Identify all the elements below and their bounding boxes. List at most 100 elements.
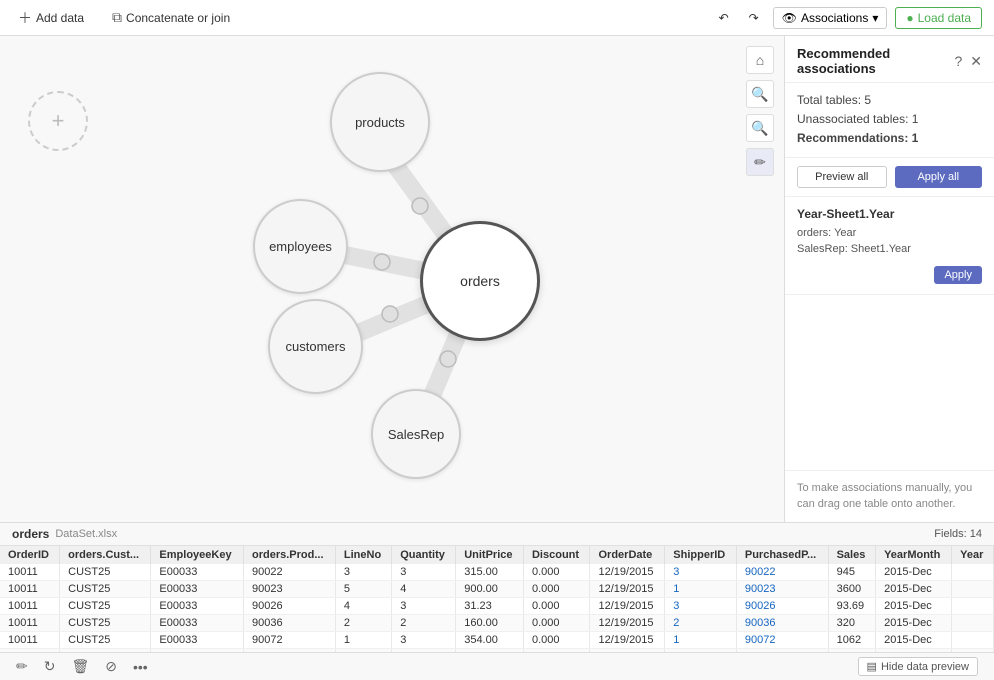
- table-cell: [952, 598, 994, 615]
- node-products[interactable]: products: [330, 72, 430, 172]
- help-icon[interactable]: ?: [954, 53, 962, 69]
- column-header: LineNo: [335, 546, 391, 564]
- main-area: + products employees orders customers Sa…: [0, 36, 994, 522]
- table-cell: 3: [392, 598, 456, 615]
- close-panel-icon[interactable]: ✕: [970, 53, 982, 70]
- table-cell: 0.000: [523, 615, 590, 632]
- table-cell: 160.00: [456, 615, 524, 632]
- table-cell: 3: [392, 564, 456, 581]
- load-data-button[interactable]: ● Load data: [895, 7, 982, 29]
- node-customers[interactable]: customers: [268, 299, 363, 394]
- redo-button[interactable]: ↷: [743, 7, 765, 29]
- toolbar: ＋ Add data ⧉ Concatenate or join ↶ ↷ 👁 A…: [0, 0, 994, 36]
- table-cell: 1/17/2016: [590, 649, 665, 653]
- table-cell: 900.00: [456, 581, 524, 598]
- total-tables-stat: Total tables: 5: [797, 91, 982, 110]
- table-cell: 12/19/2015: [590, 564, 665, 581]
- fields-count-label: Fields: 14: [934, 528, 982, 540]
- column-header: orders.Prod...: [243, 546, 335, 564]
- column-header: EmployeeKey: [151, 546, 244, 564]
- table-cell: CUST25: [60, 598, 151, 615]
- table-cell: 2: [392, 649, 456, 653]
- apply-recommendation-button[interactable]: Apply: [934, 266, 982, 284]
- undo-button[interactable]: ↶: [713, 7, 735, 29]
- node-employees[interactable]: employees: [253, 199, 348, 294]
- table-cell[interactable]: 3: [665, 598, 737, 615]
- canvas-icon-bar: ⌂ 🔍 🔍 ✏: [746, 46, 774, 176]
- home-icon-btn[interactable]: ⌂: [746, 46, 774, 74]
- table-cell[interactable]: 1: [665, 632, 737, 649]
- table-cell: 90072: [243, 632, 335, 649]
- side-panel: Recommended associations ? ✕ Total table…: [784, 36, 994, 522]
- add-data-button[interactable]: ＋ Add data: [12, 4, 90, 32]
- filter-icon[interactable]: ⊘: [105, 658, 117, 675]
- table-cell: 320: [828, 615, 875, 632]
- table-cell[interactable]: 1: [665, 581, 737, 598]
- table-cell: 3: [335, 649, 391, 653]
- table-cell: 2016-Jan: [876, 649, 952, 653]
- table-cell[interactable]: 90005: [736, 649, 828, 653]
- table-cell: E00033: [151, 615, 244, 632]
- table-container[interactable]: OrderIDorders.Cust...EmployeeKeyorders.P…: [0, 546, 994, 652]
- table-cell: CUST25: [60, 615, 151, 632]
- table-cell[interactable]: 2: [665, 615, 737, 632]
- column-header: orders.Cust...: [60, 546, 151, 564]
- table-cell: 945: [828, 564, 875, 581]
- table-cell: 4: [392, 581, 456, 598]
- data-table: OrderIDorders.Cust...EmployeeKeyorders.P…: [0, 546, 994, 652]
- table-cell[interactable]: 90072: [736, 632, 828, 649]
- table-cell[interactable]: 90023: [736, 581, 828, 598]
- zoom-out-icon-btn[interactable]: 🔍: [746, 114, 774, 142]
- table-cell: 10011: [0, 564, 60, 581]
- panel-footer: To make associations manually, you can d…: [785, 470, 994, 522]
- table-cell[interactable]: 90026: [736, 598, 828, 615]
- table-cell: E00012: [151, 649, 244, 653]
- panel-header-icons: ? ✕: [954, 53, 982, 70]
- canvas[interactable]: + products employees orders customers Sa…: [0, 36, 784, 522]
- table-body: 10011CUST25E000339002233315.000.00012/19…: [0, 564, 994, 652]
- edit-icon[interactable]: ✏: [16, 658, 28, 675]
- panel-title: Recommended associations: [797, 46, 954, 76]
- bottom-toolbar: ✏ ↻ 🗑 ⊘ ••• ▤ Hide data preview: [0, 652, 994, 680]
- refresh-icon[interactable]: ↻: [44, 658, 56, 675]
- table-cell: 31.23: [456, 598, 524, 615]
- preview-all-button[interactable]: Preview all: [797, 166, 887, 188]
- table-cell: CUST25: [60, 632, 151, 649]
- table-cell[interactable]: 3: [665, 564, 737, 581]
- node-orders[interactable]: orders: [420, 221, 540, 341]
- rec-detail1: orders: Year: [797, 225, 982, 242]
- table-cell: 1062: [828, 632, 875, 649]
- table-cell[interactable]: 90036: [736, 615, 828, 632]
- plus-icon: ＋: [18, 8, 32, 28]
- table-cell: 315.00: [456, 564, 524, 581]
- table-cell: 93.69: [828, 598, 875, 615]
- table-cell: [952, 581, 994, 598]
- table-cell: 2015-Dec: [876, 615, 952, 632]
- column-header: Year: [952, 546, 994, 564]
- dataset-name-label: DataSet.xlsx: [55, 528, 117, 540]
- pencil-icon-btn[interactable]: ✏: [746, 148, 774, 176]
- toolbar-right: ↶ ↷ 👁 Associations ▾ ● Load data: [713, 7, 982, 29]
- column-header: ShipperID: [665, 546, 737, 564]
- table-cell: 2015-Dec: [876, 581, 952, 598]
- table-cell[interactable]: 90022: [736, 564, 828, 581]
- zoom-in-icon-btn[interactable]: 🔍: [746, 80, 774, 108]
- hide-data-preview-button[interactable]: ▤ Hide data preview: [858, 657, 978, 676]
- add-node-button[interactable]: +: [28, 91, 88, 151]
- panel-actions: Preview all Apply all: [785, 158, 994, 197]
- table-cell: 2: [392, 615, 456, 632]
- table-name-label: orders: [12, 527, 49, 541]
- node-salesrep[interactable]: SalesRep: [371, 389, 461, 479]
- apply-all-button[interactable]: Apply all: [895, 166, 983, 188]
- delete-icon[interactable]: 🗑: [71, 658, 89, 675]
- table-header-row: OrderIDorders.Cust...EmployeeKeyorders.P…: [0, 546, 994, 564]
- column-header: UnitPrice: [456, 546, 524, 564]
- table-cell: CUST25: [60, 564, 151, 581]
- recommendations-stat: Recommendations: 1: [797, 129, 982, 148]
- concatenate-button[interactable]: ⧉ Concatenate or join: [106, 5, 236, 30]
- table-cell: 90005: [243, 649, 335, 653]
- table-cell[interactable]: 2: [665, 649, 737, 653]
- table-cell: 90036: [243, 615, 335, 632]
- more-icon[interactable]: •••: [133, 659, 148, 675]
- associations-button[interactable]: 👁 Associations ▾: [773, 7, 888, 29]
